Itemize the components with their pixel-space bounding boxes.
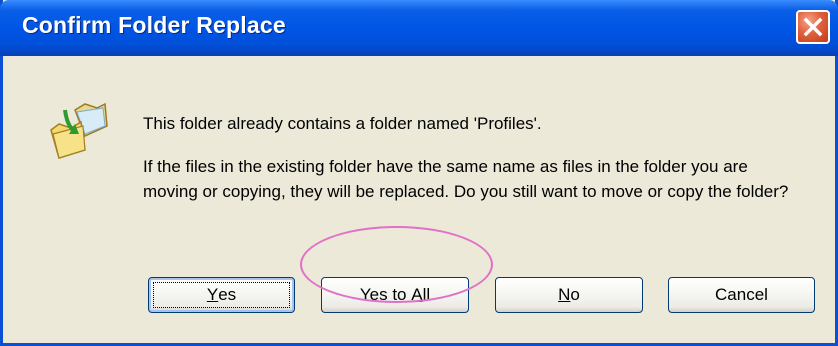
yes-to-all-label-start: Yes to bbox=[359, 285, 412, 304]
close-icon bbox=[803, 17, 823, 37]
message-replace-warning: If the files in the existing folder have… bbox=[143, 157, 789, 201]
cancel-label: Cancel bbox=[715, 285, 768, 304]
focus-ring bbox=[153, 282, 290, 308]
cancel-button[interactable]: Cancel bbox=[668, 277, 815, 313]
yes-button[interactable]: Yes bbox=[148, 277, 295, 313]
yes-to-all-label-rest: ll bbox=[422, 285, 431, 304]
folder-replace-icon bbox=[50, 102, 108, 159]
confirm-folder-replace-dialog: Confirm Folder Replace This folder alrea… bbox=[0, 0, 838, 346]
close-button[interactable] bbox=[796, 10, 830, 44]
yes-to-all-mnemonic: A bbox=[411, 285, 423, 304]
title-bar[interactable]: Confirm Folder Replace bbox=[0, 0, 838, 56]
no-label-rest: o bbox=[570, 285, 580, 304]
yes-to-all-button[interactable]: Yes to All bbox=[321, 277, 469, 313]
message-folder-exists: This folder already contains a folder na… bbox=[143, 114, 542, 133]
no-button[interactable]: No bbox=[495, 277, 643, 313]
dialog-title: Confirm Folder Replace bbox=[22, 12, 286, 38]
dialog-content: This folder already contains a folder na… bbox=[3, 56, 835, 343]
no-mnemonic: N bbox=[558, 285, 571, 304]
